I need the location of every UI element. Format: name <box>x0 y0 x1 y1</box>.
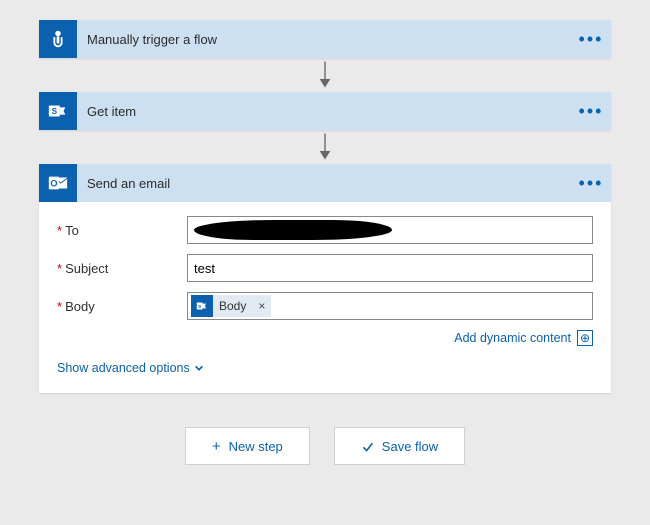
email-menu-button[interactable]: ••• <box>571 173 611 194</box>
to-field[interactable] <box>187 216 593 244</box>
email-form: *To *Subject *Body S Body × <box>39 202 611 393</box>
getitem-title: Get item <box>77 104 571 119</box>
token-remove-button[interactable]: × <box>252 299 271 313</box>
svg-text:S: S <box>198 304 201 309</box>
add-dynamic-content-link[interactable]: Add dynamic content ⊕ <box>57 330 593 346</box>
trigger-icon <box>39 20 77 58</box>
trigger-title: Manually trigger a flow <box>77 32 571 47</box>
new-step-button[interactable]: + New step <box>185 427 310 465</box>
token-label: Body <box>213 299 252 313</box>
outlook-icon: O <box>39 164 77 202</box>
to-row: *To <box>57 216 593 244</box>
check-icon <box>361 440 374 453</box>
subject-row: *Subject <box>57 254 593 282</box>
chevron-down-icon <box>194 363 204 373</box>
trigger-card[interactable]: Manually trigger a flow ••• <box>39 20 611 58</box>
subject-field[interactable] <box>187 254 593 282</box>
svg-text:S: S <box>52 107 58 116</box>
connector-arrow-1 <box>316 58 334 92</box>
svg-text:O: O <box>50 179 57 189</box>
connector-arrow-2 <box>316 130 334 164</box>
subject-label: *Subject <box>57 261 187 276</box>
dynamic-content-icon: ⊕ <box>577 330 593 346</box>
email-card: O Send an email ••• *To *Subject *Body S <box>39 164 611 393</box>
getitem-menu-button[interactable]: ••• <box>571 101 611 122</box>
sharepoint-icon: S <box>39 92 77 130</box>
footer-buttons: + New step Save flow <box>185 427 465 465</box>
to-label: *To <box>57 223 187 238</box>
flow-canvas: Manually trigger a flow ••• S Get item •… <box>0 0 650 465</box>
plus-icon: + <box>212 438 221 455</box>
body-row: *Body S Body × <box>57 292 593 320</box>
token-sharepoint-icon: S <box>191 295 213 317</box>
save-flow-button[interactable]: Save flow <box>334 427 465 465</box>
getitem-header[interactable]: S Get item ••• <box>39 92 611 130</box>
body-field[interactable]: S Body × <box>187 292 593 320</box>
show-advanced-options-link[interactable]: Show advanced options <box>57 361 204 375</box>
email-header[interactable]: O Send an email ••• <box>39 164 611 202</box>
email-title: Send an email <box>77 176 571 191</box>
getitem-card[interactable]: S Get item ••• <box>39 92 611 130</box>
body-label: *Body <box>57 299 187 314</box>
trigger-header[interactable]: Manually trigger a flow ••• <box>39 20 611 58</box>
trigger-menu-button[interactable]: ••• <box>571 29 611 50</box>
body-token: S Body × <box>191 295 271 317</box>
